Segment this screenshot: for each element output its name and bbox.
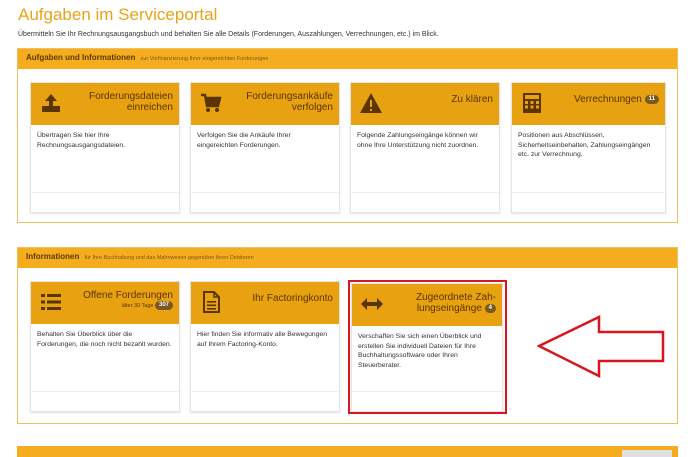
card-footer bbox=[351, 192, 499, 212]
shopping-cart-icon bbox=[201, 93, 222, 112]
card-description: Übertragen Sie hier Ihre Rechnungsausgan… bbox=[37, 132, 126, 149]
card-header: Offene Forderungen älter 30 Tage 307 bbox=[31, 282, 179, 324]
tasks-panel: Aufgaben und Informationen zur Vorfinanz… bbox=[17, 48, 678, 223]
tasks-panel-note: zur Vorfinanzierung Ihrer eingereichten … bbox=[140, 56, 269, 62]
upload-icon bbox=[42, 94, 60, 112]
card-title: Forderungsankäufe verfolgen bbox=[246, 91, 333, 113]
list-icon bbox=[41, 294, 61, 310]
card-title: Ihr Factoringkonto bbox=[252, 293, 333, 304]
count-badge: 307 bbox=[154, 301, 173, 310]
card-header: Zu klären bbox=[351, 83, 499, 125]
card-description: Positionen aus Abschlüssen, Sicherheitse… bbox=[518, 132, 651, 158]
card-header: Ihr Factoringkonto bbox=[191, 282, 339, 324]
tasks-panel-header: Aufgaben und Informationen zur Vorfinanz… bbox=[18, 49, 677, 69]
card-title: Zu klären bbox=[451, 94, 493, 105]
count-badge: 11 bbox=[644, 94, 659, 104]
card-note: älter 30 Tage bbox=[121, 302, 154, 309]
card-title: Forderungsdateien einreichen bbox=[89, 91, 173, 113]
calculator-icon bbox=[523, 93, 541, 113]
card-offene-forderungen[interactable]: Offene Forderungen älter 30 Tage 307 Beh… bbox=[30, 281, 180, 412]
card-footer bbox=[191, 391, 339, 411]
document-icon bbox=[203, 291, 220, 313]
card-description: Folgende Zahlungseingänge können wir ohn… bbox=[357, 132, 479, 149]
page-subtitle: Übermitteln Sie Ihr Rechnungsausgangsbuc… bbox=[18, 31, 439, 38]
tasks-panel-title: Aufgaben und Informationen bbox=[26, 53, 136, 62]
card-factoringkonto[interactable]: Ihr Factoringkonto Hier finden Sie infor… bbox=[190, 281, 340, 412]
info-panel-note: für Ihre Buchhaltung und das Mahnwesen g… bbox=[84, 255, 254, 261]
card-footer bbox=[31, 192, 179, 212]
highlight-frame bbox=[348, 280, 507, 414]
info-panel-header: Informationen für Ihre Buchhaltung und d… bbox=[18, 248, 677, 268]
card-footer bbox=[191, 192, 339, 212]
card-description: Hier finden Sie informativ alle Bewegung… bbox=[197, 331, 327, 348]
card-zu-klaeren[interactable]: Zu klären Folgende Zahlungseingänge könn… bbox=[350, 82, 500, 213]
card-description: Behalten Sie Überblick über die Forderun… bbox=[37, 331, 172, 348]
card-forderungsankaeufe[interactable]: Forderungsankäufe verfolgen Verfolgen Si… bbox=[190, 82, 340, 213]
next-panel-header bbox=[17, 446, 678, 457]
card-description: Verfolgen Sie die Ankäufe Ihrer eingerei… bbox=[197, 132, 291, 149]
warning-icon bbox=[360, 93, 382, 113]
next-panel-control bbox=[622, 450, 672, 457]
card-title: Offene Forderungen älter 30 Tage 307 bbox=[83, 290, 173, 310]
info-panel-title: Informationen bbox=[26, 252, 80, 261]
pointer-arrow-icon bbox=[537, 315, 665, 378]
page-title: Aufgaben im Serviceportal bbox=[18, 5, 218, 24]
card-footer bbox=[31, 391, 179, 411]
card-header: Forderungsankäufe verfolgen bbox=[191, 83, 339, 125]
card-footer bbox=[512, 192, 665, 212]
card-header: Verrechnungen 11 bbox=[512, 83, 665, 125]
card-forderungsdateien[interactable]: Forderungsdateien einreichen Übertragen … bbox=[30, 82, 180, 213]
card-title: Verrechnungen 11 bbox=[574, 94, 659, 105]
card-verrechnungen[interactable]: Verrechnungen 11 Positionen aus Abschlüs… bbox=[511, 82, 666, 213]
card-header: Forderungsdateien einreichen bbox=[31, 83, 179, 125]
